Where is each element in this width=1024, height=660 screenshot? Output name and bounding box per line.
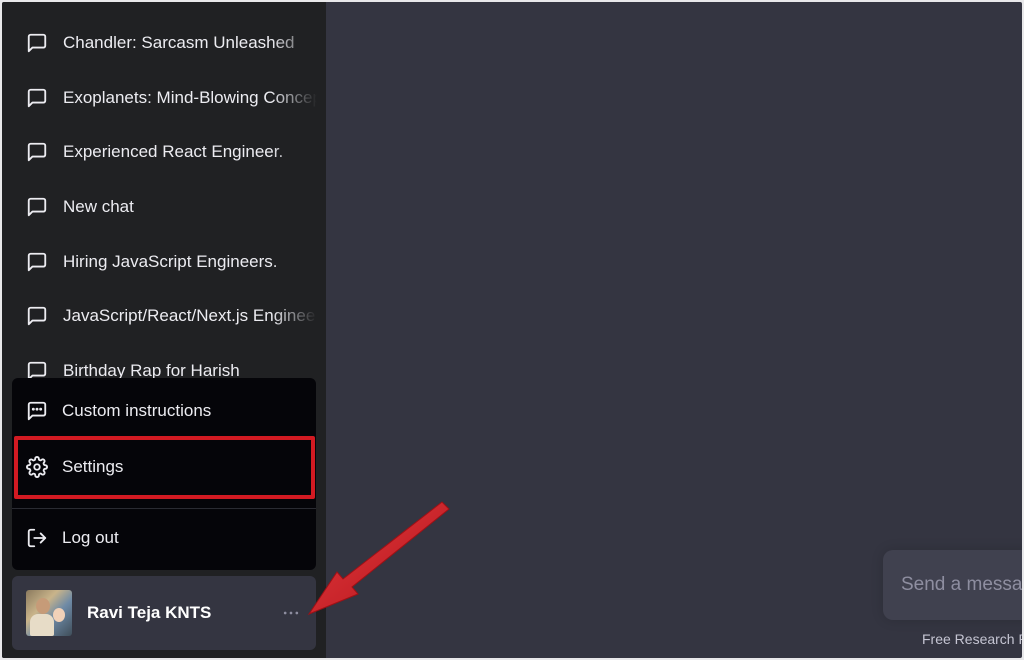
account-menu: Custom instructions Settings Log out — [12, 378, 316, 570]
logout-label: Log out — [62, 528, 119, 547]
message-square-icon — [26, 87, 48, 109]
message-input[interactable] — [901, 550, 1022, 620]
message-dots-icon — [26, 400, 48, 422]
message-square-icon — [26, 32, 48, 54]
gear-icon — [26, 456, 48, 478]
settings-label: Settings — [62, 457, 124, 476]
chat-item[interactable]: Exoplanets: Mind-Blowing Concepts — [12, 78, 317, 118]
chat-item-label: Hiring JavaScript Engineers. — [63, 252, 278, 271]
message-square-icon — [26, 251, 48, 273]
message-square-icon — [26, 196, 48, 218]
chat-item-label: Experienced React Engineer. — [63, 142, 284, 161]
user-account-button[interactable]: Ravi Teja KNTS — [12, 576, 316, 650]
custom-instructions-label: Custom instructions — [62, 401, 212, 420]
chat-item[interactable]: New chat — [12, 187, 317, 227]
message-square-icon — [26, 305, 48, 327]
logout-menu-item[interactable]: Log out — [12, 515, 316, 561]
sidebar: Chandler: Sarcasm Unleashed Exoplanets: … — [2, 2, 326, 658]
message-square-icon — [26, 141, 48, 163]
chat-item-label: New chat — [63, 197, 134, 216]
chat-item[interactable]: Hiring JavaScript Engineers. — [12, 242, 317, 282]
app-window: Chandler: Sarcasm Unleashed Exoplanets: … — [2, 2, 1022, 658]
user-name: Ravi Teja KNTS — [87, 603, 212, 622]
chat-item[interactable]: JavaScript/React/Next.js Engineer — [12, 296, 317, 336]
custom-instructions-menu-item[interactable]: Custom instructions — [12, 388, 316, 434]
chat-item[interactable]: Experienced React Engineer. — [12, 132, 317, 172]
message-composer[interactable] — [883, 550, 1022, 620]
chat-item[interactable]: Chandler: Sarcasm Unleashed — [12, 23, 317, 63]
main-chat-area: Free Research Preview — [326, 2, 1022, 658]
chat-item-label: JavaScript/React/Next.js Engineer — [63, 306, 317, 325]
settings-menu-item[interactable]: Settings — [12, 444, 316, 490]
menu-divider — [12, 508, 316, 509]
logout-icon — [26, 527, 48, 549]
avatar — [26, 590, 72, 636]
more-horizontal-icon[interactable] — [276, 598, 306, 628]
footer-note: Free Research Preview — [922, 631, 1022, 647]
chat-item-label: Exoplanets: Mind-Blowing Concepts — [63, 88, 317, 107]
chat-item-label: Chandler: Sarcasm Unleashed — [63, 33, 295, 52]
